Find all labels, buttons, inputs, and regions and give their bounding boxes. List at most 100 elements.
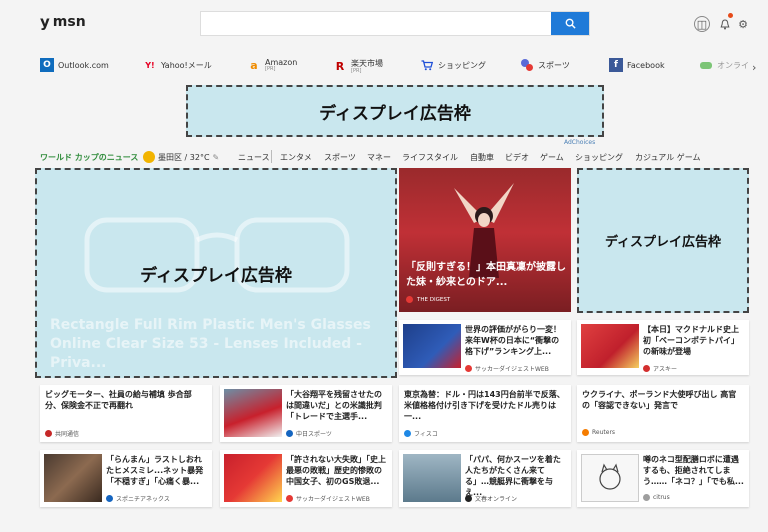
ad-ghost-text: Rectangle Full Rim Plastic Men's Glasses… (50, 317, 371, 371)
link-label: Outlook.com (58, 60, 109, 70)
news-card[interactable]: 噂のネコ型配膳ロボに遭遇するも、拒絶されてしまう……「ネコ？」「でも私... c… (577, 450, 749, 507)
card-title: 東京為替：ドル・円は143円台前半で反落、米値格格付け引き下げを受けたドル売りは… (404, 390, 565, 421)
card-title: 「許されない大失敗」「史上最悪の敗戦」歴史的惨敗の中国女子、初のGS敗退... (286, 455, 386, 486)
notification-bell-icon[interactable] (717, 16, 733, 32)
nav-item-money[interactable]: マネー (367, 152, 391, 163)
source-logo-icon (286, 430, 293, 437)
ad-label: ディスプレイ広告枠 (604, 235, 722, 250)
news-card[interactable]: 世界の評価ががらり一変！来年W杯の日本に“衝撃の格下げ”ランキング上... サッ… (399, 320, 571, 375)
weather-widget[interactable]: 墨田区 / 32°C ✎ (143, 151, 219, 163)
category-nav: ワールド カップのニュース 墨田区 / 32°C ✎ ニュース エンタメ スポー… (40, 150, 760, 164)
nav-item-entertainment[interactable]: エンタメ (280, 152, 312, 163)
nav-item-games[interactable]: ゲーム (540, 152, 564, 163)
hero-title: 「反則すぎる！」本田真凜が披露した妹・紗来とのドア... (406, 262, 566, 288)
source-logo-icon (643, 365, 650, 372)
nav-divider (271, 150, 272, 163)
link-online-games[interactable]: オンライ (699, 58, 749, 72)
card-thumbnail (403, 324, 461, 368)
news-card[interactable]: 「大谷翔平を残留させたのは間違いだ」との米識批判「トレードで主選手... 中日ス… (220, 385, 392, 442)
msn-butterfly-icon: y (40, 13, 50, 31)
nav-title-worldcup[interactable]: ワールド カップのニュース (40, 152, 138, 163)
nav-item-news[interactable]: ニュース (238, 152, 270, 163)
msn-logo[interactable]: y msn (40, 13, 86, 31)
top-header: y msn ◫ ⚙ (0, 0, 768, 46)
news-card[interactable]: ウクライナ、ポーランド大使呼び出し 高官の「容認できない」発言で Reuters (577, 385, 749, 442)
card-source: サッカーダイジェストWEB (465, 364, 549, 373)
card-source: スポニチアネックス (106, 494, 170, 503)
comic-cat-robot-image (599, 463, 621, 490)
link-facebook[interactable]: f Facebook (609, 58, 665, 72)
source-name: スポニチアネックス (116, 496, 170, 503)
card-source: Reuters (582, 429, 615, 436)
card-title: 【本日】マクドナルド史上初「ベーコンポテトパイ」の新味が登場 (643, 325, 739, 356)
card-source: アスキー (643, 364, 677, 373)
card-title: 「パパ、何かスーツを着た人たちがたくさん来てる」…競艇界に衝撃を与え... (465, 455, 561, 497)
news-card[interactable]: ビッグモーター、社員の給与補填 歩合部分、保険金不正で再翻れ 共同通信 (40, 385, 212, 442)
source-logo-icon (106, 495, 113, 502)
source-name: アスキー (653, 366, 678, 373)
card-title: 世界の評価ががらり一変！来年W杯の日本に“衝撃の格下げ”ランキング上... (465, 325, 561, 356)
link-sub: [PR] (351, 68, 362, 74)
card-title: 噂のネコ型配膳ロボに遭遇するも、拒絶されてしまう……「ネコ？」「でも私... (643, 455, 744, 486)
search-input[interactable] (200, 11, 590, 36)
link-outlook[interactable]: O Outlook.com (40, 58, 109, 72)
link-yahoo-mail[interactable]: Y! Yahoo!メール (143, 58, 212, 72)
link-label: ショッピング (438, 60, 486, 70)
card-thumbnail (581, 324, 639, 368)
link-rakuten[interactable]: R 楽天市場 [PR] (333, 58, 383, 74)
nav-item-shopping[interactable]: ショッピング (575, 152, 623, 163)
nav-item-lifestyle[interactable]: ライフスタイル (402, 152, 458, 163)
ad-label: ディスプレイ広告枠 (140, 265, 292, 286)
nav-item-video[interactable]: ビデオ (505, 152, 529, 163)
source-logo-icon (404, 430, 411, 437)
card-title: ウクライナ、ポーランド大使呼び出し 高官の「容認できない」発言で (582, 390, 737, 410)
news-card[interactable]: 【本日】マクドナルド史上初「ベーコンポテトパイ」の新味が登場 アスキー (577, 320, 749, 375)
source-logo-icon (643, 494, 650, 501)
source-name: 中日スポーツ (296, 431, 332, 438)
source-name: 共同通信 (55, 431, 80, 438)
link-label: オンライ (717, 60, 749, 70)
news-card[interactable]: 東京為替：ドル・円は143円台前半で反落、米値格格付け引き下げを受けたドル売りは… (399, 385, 571, 442)
sports-icon (520, 58, 534, 72)
source-name: citrus (653, 494, 670, 501)
card-thumbnail (403, 454, 461, 502)
news-card[interactable]: 「パパ、何かスーツを着た人たちがたくさん来てる」…競艇界に衝撃を与え... 文春… (399, 450, 571, 507)
source-logo-icon (45, 430, 52, 437)
link-sports[interactable]: スポーツ (520, 58, 570, 72)
link-amazon[interactable]: a Amazon [PR] (247, 58, 297, 72)
account-avatar-icon[interactable]: ◫ (694, 16, 710, 32)
nav-item-casual-games[interactable]: カジュアル ゲーム (635, 152, 701, 163)
source-logo-icon (465, 495, 472, 502)
card-thumbnail (224, 454, 282, 502)
news-card[interactable]: 「らんまん」ラストしおれたヒメスミレ...ネット暴発「不穏すぎ」「心痛く暴...… (40, 450, 212, 507)
chevron-right-icon[interactable]: › (752, 61, 756, 74)
news-card[interactable]: 「許されない大失敗」「史上最悪の敗戦」歴史的惨敗の中国女子、初のGS敗退... … (220, 450, 392, 507)
card-title: 「らんまん」ラストしおれたヒメスミレ...ネット暴発「不穏すぎ」「心痛く暴... (106, 455, 204, 486)
link-shopping[interactable]: ショッピング (420, 58, 486, 72)
source-logo-icon (465, 365, 472, 372)
hero-card[interactable]: 「反則すぎる！」本田真凜が披露した妹・紗来とのドア... THE DIGEST (399, 168, 571, 312)
search-button[interactable] (551, 12, 589, 35)
nav-item-autos[interactable]: 自動車 (470, 152, 494, 163)
card-thumbnail (44, 454, 102, 502)
notification-badge (728, 13, 733, 18)
nav-item-sports[interactable]: スポーツ (324, 152, 356, 163)
source-logo-icon (406, 296, 413, 303)
source-name: Reuters (592, 429, 616, 436)
link-label: スポーツ (538, 60, 570, 70)
edit-pencil-icon[interactable]: ✎ (213, 153, 220, 162)
game-icon (699, 58, 713, 72)
display-ad-right[interactable]: ディスプレイ広告枠 (577, 168, 749, 313)
adchoices-link[interactable]: AdChoices (564, 139, 595, 146)
quick-links-bar: O Outlook.com Y! Yahoo!メール a Amazon [PR] … (0, 52, 768, 80)
source-name: サッカーダイジェストWEB (296, 496, 370, 503)
weather-sun-icon (143, 151, 155, 163)
link-label-wrap: 楽天市場 [PR] (351, 58, 383, 74)
card-source: citrus (643, 494, 670, 501)
hero-source: THE DIGEST (406, 296, 450, 303)
card-source: 共同通信 (45, 429, 79, 438)
source-name: フィスコ (414, 431, 438, 438)
display-ad-top[interactable]: ディスプレイ広告枠 (186, 85, 604, 137)
ad-label: ディスプレイ広告枠 (319, 103, 471, 124)
settings-gear-icon[interactable]: ⚙ (735, 16, 751, 32)
